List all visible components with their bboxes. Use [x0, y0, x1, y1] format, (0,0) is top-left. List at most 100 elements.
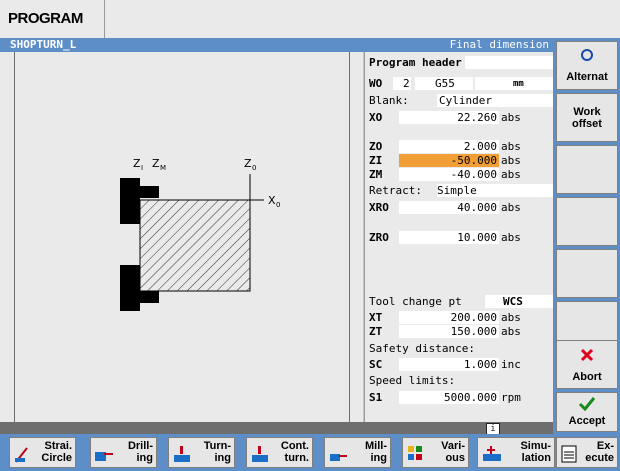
zr0-row: ZRO 10.000 abs — [365, 231, 554, 245]
program-header-box — [465, 56, 554, 69]
wo-row: WO 2 G55 mm — [365, 77, 554, 91]
s1-row: S1 5000.000 rpm — [365, 391, 554, 405]
abort-button[interactable]: Abort — [556, 340, 618, 389]
milling-button[interactable]: Mill- ing — [324, 437, 391, 468]
wo-label: WO — [369, 77, 383, 90]
zm-label: ZM — [369, 168, 383, 181]
z0-label: ZO — [369, 140, 383, 153]
milling-icon — [330, 454, 347, 461]
zm-unit: abs — [501, 168, 521, 181]
abort-label: Abort — [572, 371, 602, 383]
zi-field[interactable]: -50.000 — [399, 154, 499, 167]
drilling-button[interactable]: Drill- ing — [90, 437, 157, 468]
zi-subscript: I — [141, 164, 143, 172]
xr0-row: XRO 40.000 abs — [365, 201, 554, 215]
s1-field[interactable]: 5000.000 — [399, 391, 499, 404]
z0-label: Z — [244, 157, 252, 170]
program-header-row: Program header — [365, 56, 554, 70]
softkey-empty-4[interactable] — [556, 197, 618, 246]
x0-label: X — [268, 194, 276, 207]
drilling-label: Drill- ing — [127, 440, 153, 464]
softkey-empty-3[interactable] — [556, 145, 618, 194]
x0-subscript: 0 — [276, 201, 280, 209]
blank-value[interactable]: Cylinder — [437, 94, 553, 107]
z0-subscript: 0 — [252, 164, 256, 172]
blank-row: Blank: Cylinder — [365, 94, 554, 108]
graphic-area: Z I Z M Z 0 X 0 — [0, 52, 363, 422]
retract-value[interactable]: Simple — [437, 184, 553, 197]
zi-row: ZI -50.000 abs — [365, 154, 554, 168]
x0-unit: abs — [501, 111, 521, 124]
alternat-button[interactable]: Alternat — [556, 41, 618, 90]
safety-row: Safety distance: — [365, 342, 554, 356]
zi-label: ZI — [369, 154, 383, 167]
xt-unit: abs — [501, 311, 521, 324]
xt-row: XT 200.000 abs — [365, 311, 554, 325]
xt-label: XT — [369, 311, 383, 324]
workpiece-drawing: Z I Z M Z 0 X 0 — [120, 157, 280, 311]
zm-field[interactable]: -40.000 — [399, 168, 499, 181]
various-label: Vari- ous — [441, 440, 465, 464]
parameter-form: Program header WO 2 G55 mm Blank: Cylind… — [364, 52, 554, 422]
nc-program-icon — [561, 445, 577, 463]
execute-label: Ex- ecute — [585, 440, 614, 464]
cycle-icon — [581, 49, 593, 61]
sc-row: SC 1.000 inc — [365, 358, 554, 372]
header-strip: SHOPTURN_L Final dimension — [0, 38, 553, 52]
tool-change-row: Tool change pt WCS — [365, 295, 554, 309]
retract-label: Retract: — [369, 184, 422, 197]
strai-circle-button[interactable]: Strai. Circle — [9, 437, 76, 468]
wo-offset[interactable]: G55 — [415, 77, 473, 90]
straight-line-icon — [15, 447, 28, 463]
zr0-field[interactable]: 10.000 — [399, 231, 499, 244]
accept-check-icon — [578, 397, 596, 412]
program-title: PROGRAM — [0, 0, 105, 38]
accept-label: Accept — [568, 415, 606, 427]
turning-button[interactable]: Turn- ing — [168, 437, 235, 468]
xr0-field[interactable]: 40.000 — [399, 201, 499, 214]
zr0-label: ZRO — [369, 231, 389, 244]
alternat-label: Alternat — [566, 71, 608, 83]
abort-x-icon — [580, 348, 594, 362]
xt-field[interactable]: 200.000 — [399, 311, 499, 324]
zt-row: ZT 150.000 abs — [365, 325, 554, 339]
speed-label: Speed limits: — [369, 374, 456, 387]
wo-unit[interactable]: mm — [475, 77, 553, 90]
z0-field[interactable]: 2.000 — [399, 140, 499, 153]
tool-change-value[interactable]: WCS — [485, 295, 553, 308]
cont-turn-label: Cont. turn. — [280, 440, 309, 464]
blank-label: Blank: — [369, 94, 409, 107]
various-button[interactable]: Vari- ous — [402, 437, 469, 468]
drill-icon — [95, 452, 113, 461]
top-bar: PROGRAM — [0, 0, 620, 39]
x0-field[interactable]: 22.260 — [399, 111, 499, 124]
xr0-label: XRO — [369, 201, 389, 214]
xr0-unit: abs — [501, 201, 521, 214]
speed-row: Speed limits: — [365, 374, 554, 388]
s1-label: S1 — [369, 391, 383, 404]
zm-label: Z — [152, 157, 160, 170]
program-header-label: Program header — [369, 56, 462, 69]
simulation-button[interactable]: Simu- lation — [477, 437, 555, 468]
zt-field[interactable]: 150.000 — [399, 325, 499, 338]
s1-unit: rpm — [501, 391, 521, 404]
zm-row: ZM -40.000 abs — [365, 168, 554, 182]
various-grid-icon — [408, 446, 422, 460]
wo-value[interactable]: 2 — [393, 77, 411, 90]
zi-unit: abs — [501, 154, 521, 167]
zt-label: ZT — [369, 325, 383, 338]
work-offset-button[interactable]: Work offset — [556, 93, 618, 142]
program-name: SHOPTURN_L — [10, 38, 77, 51]
simulation-label: Simu- lation — [520, 440, 551, 464]
x0-row: XO 22.260 abs — [365, 111, 554, 125]
softkey-empty-5[interactable] — [556, 249, 618, 298]
sc-unit: inc — [501, 358, 521, 371]
z0-row: ZO 2.000 abs — [365, 140, 554, 154]
turning-tool-icon — [174, 446, 190, 462]
mode-label: Final dimension — [449, 38, 549, 51]
cont-turn-button[interactable]: Cont. turn. — [246, 437, 313, 468]
execute-button[interactable]: Ex- ecute — [556, 437, 618, 468]
accept-button[interactable]: Accept — [556, 392, 618, 432]
retract-row: Retract: Simple — [365, 184, 554, 198]
sc-field[interactable]: 1.000 — [399, 358, 499, 371]
